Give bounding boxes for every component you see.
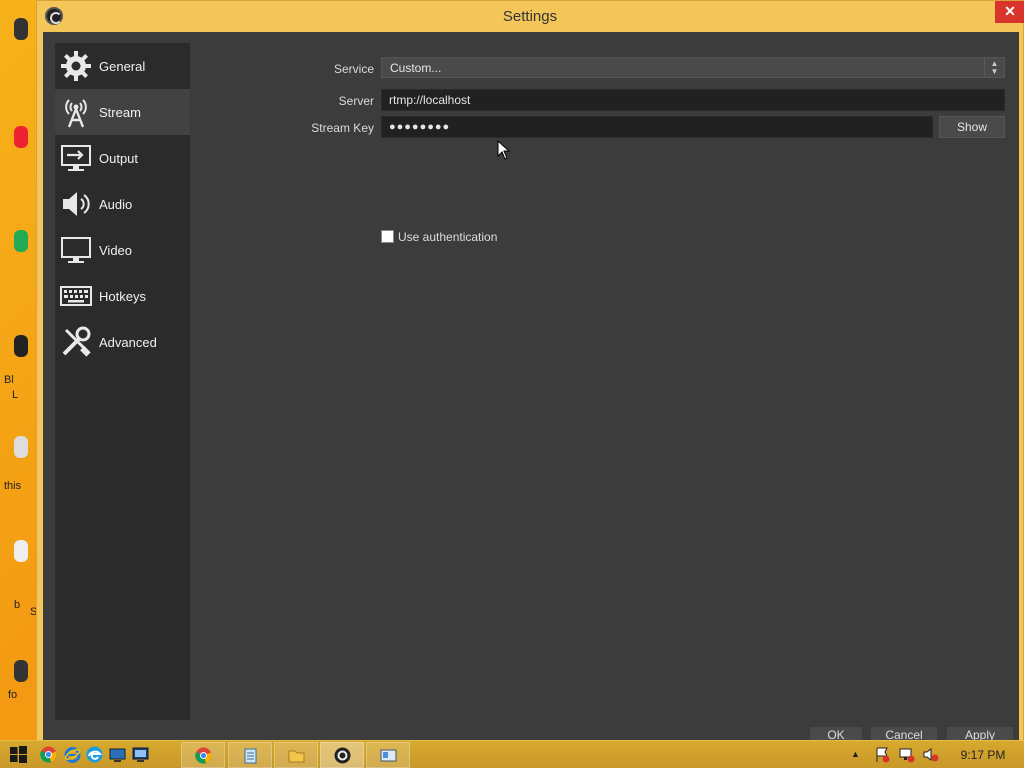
service-value: Custom...: [390, 60, 442, 75]
use-authentication-checkbox[interactable]: [381, 230, 394, 243]
server-field[interactable]: rtmp://localhost: [381, 89, 1005, 111]
notepad-icon: [244, 748, 257, 764]
antenna-icon: [59, 95, 93, 129]
stream-key-masked: ●●●●●●●●: [389, 121, 451, 133]
desktop-label: Bl: [4, 374, 14, 386]
desktop-label: fo: [8, 689, 18, 701]
desktop-label: b: [14, 599, 21, 611]
volume-muted-icon[interactable]: [922, 746, 939, 763]
taskbar-window-button[interactable]: [366, 742, 410, 768]
taskbar: ▲ 9:17 PM: [0, 740, 1024, 768]
chrome-icon[interactable]: [40, 746, 57, 763]
sidebar-item-hotkeys[interactable]: Hotkeys: [55, 273, 190, 319]
title-bar[interactable]: Settings ✕: [37, 1, 1024, 32]
stream-key-field[interactable]: ●●●●●●●●: [381, 116, 933, 138]
sidebar-item-label: Stream: [99, 104, 141, 120]
desktop-icon-fragment[interactable]: [14, 126, 28, 148]
edge-icon[interactable]: [86, 746, 103, 763]
sidebar-item-advanced[interactable]: Advanced: [55, 319, 190, 365]
desktop-icon-fragment[interactable]: [14, 436, 28, 458]
sidebar-item-label: Audio: [99, 196, 133, 212]
chevron-updown-icon: ▲ ▼: [984, 58, 1004, 77]
desktop-label: L: [12, 389, 19, 401]
sidebar-item-output[interactable]: Output: [55, 135, 190, 181]
desktop-icon-fragment[interactable]: [14, 18, 28, 40]
sidebar-item-audio[interactable]: Audio: [55, 181, 190, 227]
sidebar-item-label: General: [99, 58, 146, 74]
network-icon[interactable]: [898, 746, 915, 763]
use-authentication-label[interactable]: Use authentication: [398, 230, 497, 244]
desktop-icon-fragment[interactable]: [14, 335, 28, 357]
output-monitor-icon: [59, 141, 93, 175]
desktop-icon-fragment[interactable]: [14, 230, 28, 252]
tray-expand-icon[interactable]: ▲: [851, 749, 868, 766]
taskbar-notepad-button[interactable]: [228, 742, 272, 768]
taskbar-chrome-button[interactable]: [181, 742, 225, 768]
sidebar-item-label: Hotkeys: [99, 288, 146, 304]
mouse-cursor-icon: [497, 140, 511, 160]
sidebar-item-general[interactable]: General: [55, 43, 190, 89]
keyboard-icon: [59, 279, 93, 313]
speaker-icon: [59, 187, 93, 221]
taskbar-obs-button[interactable]: [320, 742, 364, 768]
window-title: Settings: [502, 8, 558, 25]
desktop-icon-fragment[interactable]: [14, 660, 28, 682]
settings-sidebar: General Stream Output Audio Video Hotkey…: [55, 43, 190, 720]
desktop-background: Bl L this b S fo: [0, 0, 36, 740]
gear-icon: [59, 49, 93, 83]
cancel-button[interactable]: Cancel: [871, 727, 937, 741]
settings-window: Settings ✕ General Stream Output Audio V…: [36, 0, 1024, 741]
windows-start-icon[interactable]: [10, 746, 27, 763]
tools-icon: [59, 325, 93, 359]
desktop-icon-fragment[interactable]: [14, 540, 28, 562]
chrome-icon: [195, 747, 212, 764]
server-label: Server: [338, 94, 374, 108]
show-key-button[interactable]: Show: [939, 116, 1005, 138]
internet-explorer-icon[interactable]: [64, 746, 81, 763]
close-button[interactable]: ✕: [995, 1, 1024, 23]
service-label: Service: [333, 62, 374, 76]
window-icon: [380, 749, 397, 762]
taskbar-file-explorer-button[interactable]: [274, 742, 318, 768]
remote-desktop-icon[interactable]: [132, 746, 149, 763]
stream-key-label: Stream Key: [311, 121, 374, 135]
settings-content: General Stream Output Audio Video Hotkey…: [43, 32, 1019, 741]
apply-button[interactable]: Apply: [947, 727, 1013, 741]
taskbar-clock[interactable]: 9:17 PM: [948, 748, 1018, 762]
sidebar-item-label: Output: [99, 150, 139, 166]
obs-icon: [334, 747, 351, 764]
sidebar-item-label: Video: [99, 242, 133, 258]
sidebar-item-stream[interactable]: Stream: [55, 89, 190, 135]
sidebar-item-label: Advanced: [99, 334, 157, 350]
sidebar-item-video[interactable]: Video: [55, 227, 190, 273]
server-value: rtmp://localhost: [389, 93, 471, 107]
desktop-label: this: [4, 480, 22, 492]
service-dropdown[interactable]: Custom... ▲ ▼: [381, 57, 1005, 78]
computer-icon[interactable]: [109, 746, 126, 763]
folder-icon: [288, 750, 305, 763]
action-center-flag-icon[interactable]: [874, 746, 891, 763]
monitor-icon: [59, 233, 93, 267]
ok-button[interactable]: OK: [810, 727, 862, 741]
